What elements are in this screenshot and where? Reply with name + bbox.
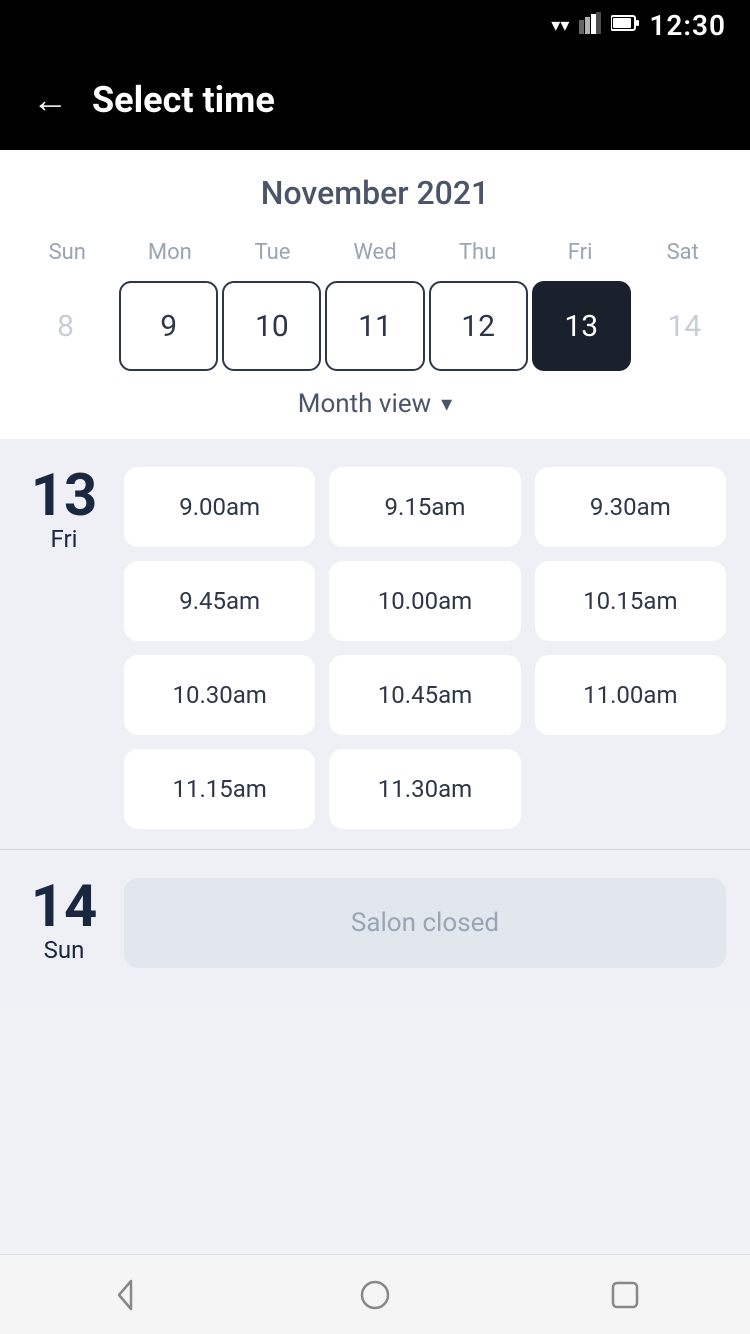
time-slot-915[interactable]: 9.15am: [329, 467, 520, 547]
cal-day-11[interactable]: 11: [325, 281, 424, 371]
signal-icon: [579, 12, 601, 39]
day-section-14: 14 Sun Salon closed: [0, 849, 750, 988]
day-header-mon: Mon: [119, 232, 222, 273]
day-header-tue: Tue: [221, 232, 324, 273]
time-slot-1115[interactable]: 11.15am: [124, 749, 315, 829]
nav-back-button[interactable]: [107, 1277, 143, 1313]
main-content: 13 Fri 9.00am 9.15am 9.30am 9.45am 10.00…: [0, 439, 750, 1008]
time-slot-1030[interactable]: 10.30am: [124, 655, 315, 735]
day-name-13: Fri: [51, 525, 78, 553]
time-slot-1015[interactable]: 10.15am: [535, 561, 726, 641]
day-number-14: 14: [31, 878, 98, 936]
calendar-section: November 2021 Sun Mon Tue Wed Thu Fri Sa…: [0, 150, 750, 439]
cal-day-13[interactable]: 13: [532, 281, 631, 371]
month-view-label: Month view: [298, 389, 431, 419]
cal-day-8[interactable]: 8: [16, 281, 115, 371]
day-header-sat: Sat: [631, 232, 734, 273]
wifi-icon: ▾▾: [551, 15, 569, 36]
cal-day-9[interactable]: 9: [119, 281, 218, 371]
day-headers: Sun Mon Tue Wed Thu Fri Sat: [16, 232, 734, 273]
cal-day-10[interactable]: 10: [222, 281, 321, 371]
time-slot-945[interactable]: 9.45am: [124, 561, 315, 641]
cal-day-12[interactable]: 12: [429, 281, 528, 371]
time-slot-1130[interactable]: 11.30am: [329, 749, 520, 829]
day-section-13: 13 Fri 9.00am 9.15am 9.30am 9.45am 10.00…: [0, 439, 750, 849]
header: ← Select time: [0, 50, 750, 150]
day-header-sun: Sun: [16, 232, 119, 273]
time-slots-grid-13: 9.00am 9.15am 9.30am 9.45am 10.00am 10.1…: [124, 467, 726, 829]
cal-day-14[interactable]: 14: [635, 281, 734, 371]
time-slot-1100[interactable]: 11.00am: [535, 655, 726, 735]
chevron-down-icon: ▾: [441, 392, 452, 417]
nav-home-button[interactable]: [357, 1277, 393, 1313]
salon-closed-label: Salon closed: [124, 878, 726, 968]
back-button[interactable]: ←: [32, 82, 68, 118]
day-label-13: 13 Fri: [24, 467, 104, 553]
status-bar: ▾▾ 12:30: [0, 0, 750, 50]
time-slot-1000[interactable]: 10.00am: [329, 561, 520, 641]
time-slot-930[interactable]: 9.30am: [535, 467, 726, 547]
month-title: November 2021: [16, 174, 734, 212]
salon-closed-wrapper: Salon closed: [124, 878, 726, 968]
day-header-thu: Thu: [426, 232, 529, 273]
bottom-nav: [0, 1254, 750, 1334]
day-number-13: 13: [31, 467, 98, 525]
time-slot-900[interactable]: 9.00am: [124, 467, 315, 547]
month-view-toggle[interactable]: Month view ▾: [16, 371, 734, 439]
header-title: Select time: [92, 79, 275, 121]
battery-icon: [611, 14, 639, 37]
status-time: 12:30: [649, 9, 726, 42]
nav-recent-button[interactable]: [607, 1277, 643, 1313]
time-slot-1045[interactable]: 10.45am: [329, 655, 520, 735]
status-icons: ▾▾ 12:30: [551, 9, 726, 42]
day-label-14: 14 Sun: [24, 878, 104, 964]
day-header-wed: Wed: [324, 232, 427, 273]
day-header-fri: Fri: [529, 232, 632, 273]
day-name-14: Sun: [44, 936, 85, 964]
calendar-row: 8 9 10 11 12 13 14: [16, 281, 734, 371]
